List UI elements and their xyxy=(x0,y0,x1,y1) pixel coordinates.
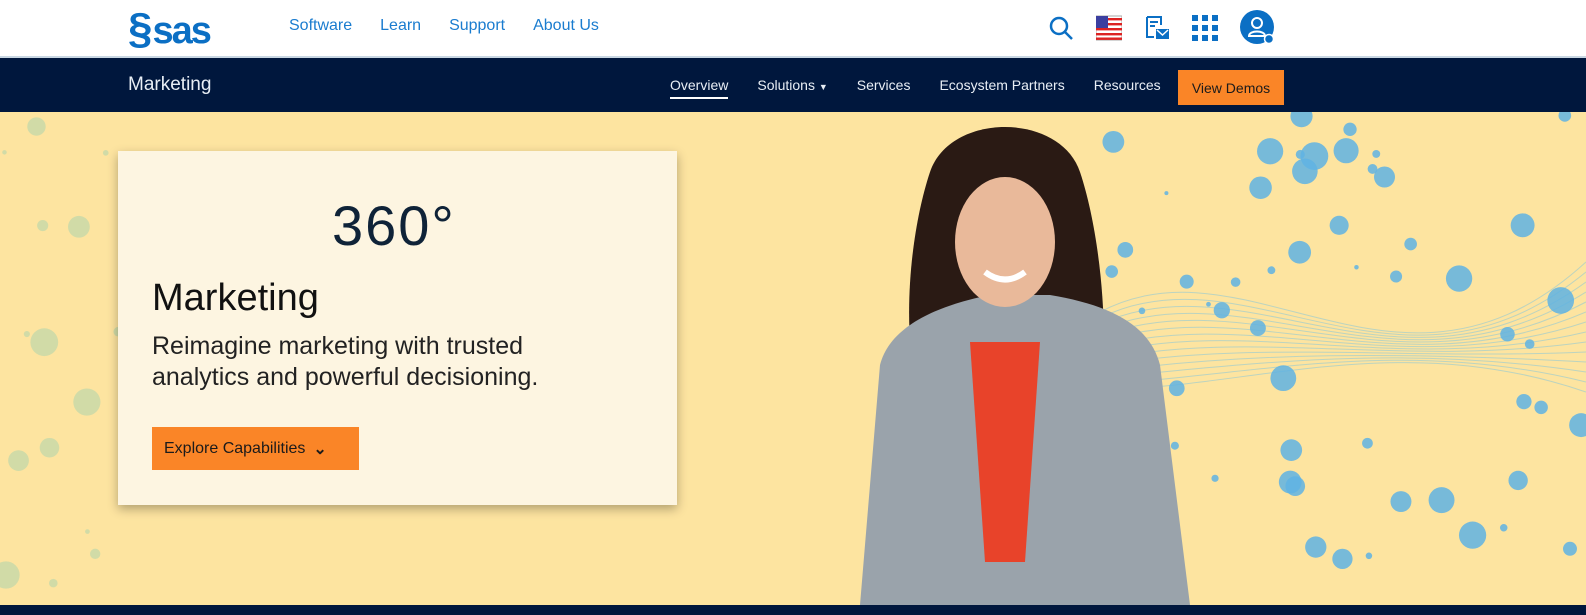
data-dot xyxy=(39,437,60,458)
data-dot xyxy=(1534,400,1548,415)
hero-title: Marketing xyxy=(152,277,319,319)
data-dot xyxy=(85,529,90,534)
data-dot xyxy=(1563,541,1577,556)
data-dot xyxy=(1343,122,1357,137)
data-dot xyxy=(1257,138,1284,165)
data-dot xyxy=(1270,365,1297,392)
data-dot xyxy=(1362,437,1373,449)
subnav-solutions[interactable]: Solutions ▼ xyxy=(757,77,827,99)
data-dot xyxy=(2,150,7,155)
search-icon[interactable] xyxy=(1048,15,1074,41)
data-dot xyxy=(30,328,59,357)
data-dot xyxy=(1290,112,1313,128)
subnav-services[interactable]: Services xyxy=(857,77,911,99)
data-dot xyxy=(0,561,20,589)
chevron-down-icon: ⌄ xyxy=(313,440,327,458)
data-dot xyxy=(1278,470,1302,494)
explore-capabilities-button[interactable]: Explore Capabilities ⌄ xyxy=(152,427,359,470)
data-dot xyxy=(1372,149,1381,158)
nav-learn[interactable]: Learn xyxy=(380,17,421,35)
data-dot xyxy=(1354,264,1359,270)
data-dot xyxy=(1547,287,1575,314)
view-demos-button[interactable]: View Demos xyxy=(1178,70,1284,105)
data-dot xyxy=(1292,158,1318,185)
caret-down-icon: ▼ xyxy=(818,82,828,92)
data-dot xyxy=(23,330,30,338)
data-dot xyxy=(1329,215,1349,235)
data-dot xyxy=(1333,138,1359,164)
nav-support[interactable]: Support xyxy=(449,17,505,35)
data-dot xyxy=(37,219,49,232)
subnav-overview[interactable]: Overview xyxy=(670,77,729,99)
data-dot xyxy=(1500,326,1515,342)
data-dot xyxy=(1428,487,1455,514)
data-dot xyxy=(102,150,109,156)
data-dot xyxy=(1230,277,1241,287)
360-logo: 360° xyxy=(332,194,456,257)
data-dot xyxy=(73,388,101,416)
sub-nav-bar: Marketing Overview Solutions ▼ Services … xyxy=(0,58,1586,112)
data-dot xyxy=(1211,474,1219,482)
sub-nav: Overview Solutions ▼ Services Ecosystem … xyxy=(670,77,1161,99)
hero-person-image xyxy=(860,127,1190,605)
sas-logo[interactable]: §sas xyxy=(128,4,212,54)
data-dot xyxy=(1249,176,1272,199)
data-dot xyxy=(1510,213,1535,238)
us-flag-icon[interactable] xyxy=(1096,15,1122,41)
data-dot xyxy=(1288,240,1312,264)
newsletter-icon[interactable] xyxy=(1144,15,1170,41)
data-dot xyxy=(1374,166,1396,188)
hero-card: 360° Marketing Reimagine marketing with … xyxy=(118,151,677,505)
top-header: §sas Software Learn Support About Us xyxy=(0,0,1586,58)
data-dot xyxy=(1508,470,1528,491)
data-dot xyxy=(1390,270,1403,283)
data-dot xyxy=(1213,302,1230,319)
data-dot xyxy=(1524,339,1535,349)
data-dot xyxy=(27,117,46,136)
bottom-bar xyxy=(0,605,1586,615)
data-dot xyxy=(1249,320,1266,337)
subnav-resources[interactable]: Resources xyxy=(1094,77,1161,99)
data-dot xyxy=(1365,552,1373,560)
nav-software[interactable]: Software xyxy=(289,17,352,35)
apps-grid-icon[interactable] xyxy=(1192,15,1218,41)
main-nav: Software Learn Support About Us xyxy=(289,17,599,35)
explore-label: Explore Capabilities xyxy=(164,439,306,457)
data-dot xyxy=(1458,521,1487,549)
subnav-solutions-label: Solutions xyxy=(757,77,815,93)
data-dot xyxy=(1295,149,1305,159)
data-dot xyxy=(68,215,90,238)
section-title: Marketing xyxy=(128,74,212,95)
data-dot xyxy=(1499,523,1508,532)
nav-about-us[interactable]: About Us xyxy=(533,17,599,35)
data-dot xyxy=(1390,491,1412,513)
data-dot xyxy=(1280,439,1303,461)
data-dot xyxy=(1332,548,1353,569)
data-dot xyxy=(1569,413,1586,438)
data-dot xyxy=(1305,536,1327,558)
header-icons xyxy=(1048,10,1276,46)
data-dot xyxy=(1206,301,1211,307)
data-dot xyxy=(1558,112,1572,122)
data-dot xyxy=(1516,394,1532,410)
account-icon[interactable] xyxy=(1240,10,1276,46)
hero-subtitle: Reimagine marketing with trusted analyti… xyxy=(152,332,539,391)
data-dot xyxy=(1267,266,1276,275)
data-dot xyxy=(8,450,29,471)
subnav-ecosystem-partners[interactable]: Ecosystem Partners xyxy=(939,77,1064,99)
data-dot xyxy=(49,578,58,588)
hero-banner: 360° Marketing Reimagine marketing with … xyxy=(0,112,1586,605)
data-dot xyxy=(1445,265,1473,292)
data-dot xyxy=(90,548,101,560)
data-dot xyxy=(1404,237,1417,251)
